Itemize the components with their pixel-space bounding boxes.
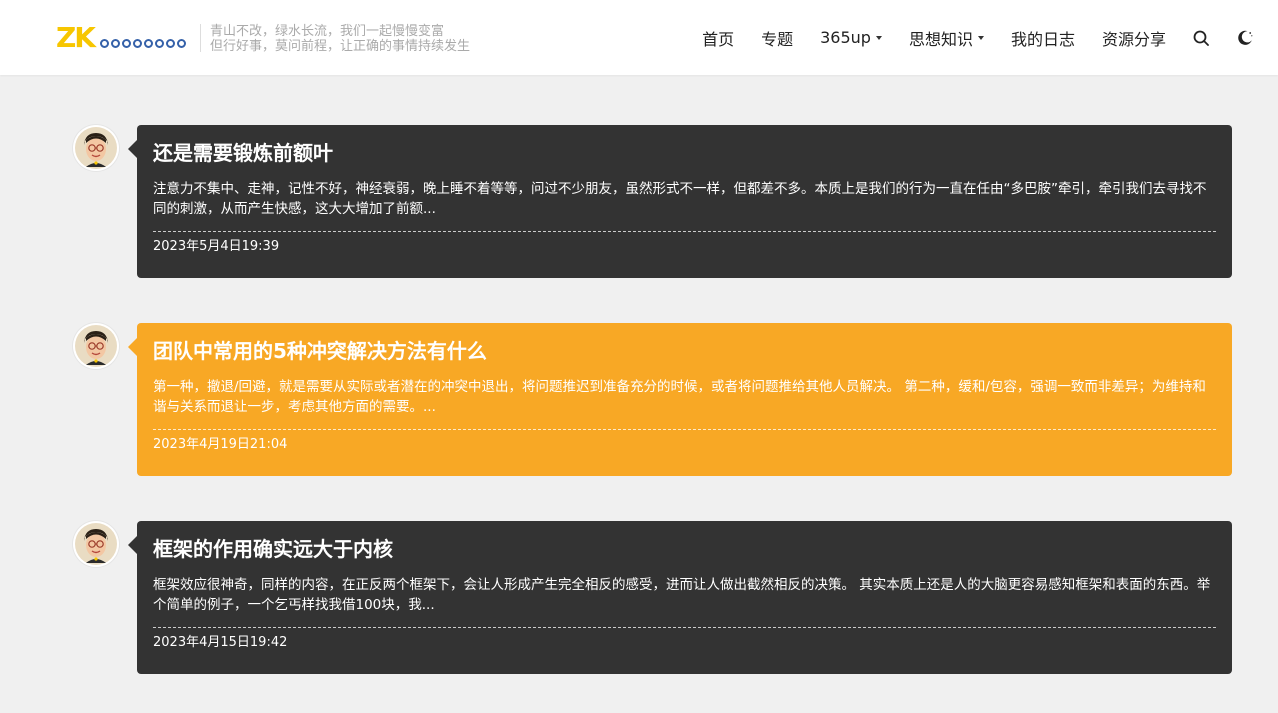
post-divider	[153, 627, 1216, 628]
nav-item-label: 思想知识	[908, 29, 973, 49]
logo-text: ZK	[56, 21, 96, 54]
post-excerpt: 注意力不集中、走神，记性不好，神经衰弱，晚上睡不着等等，问过不少朋友，虽然形式不…	[153, 181, 1207, 217]
nav-item-label: 我的日志	[1010, 29, 1075, 49]
nav-item-label: 专题	[761, 29, 794, 49]
post-title[interactable]: 还是需要锻炼前额叶	[153, 139, 1216, 167]
avatar-icon	[75, 127, 117, 169]
site-slogan: 青山不改，绿水长流，我们一起慢慢变富 但行好事，莫问前程，让正确的事情持续发生	[210, 24, 470, 54]
author-avatar[interactable]	[73, 125, 119, 171]
logo-dot	[177, 39, 186, 48]
chevron-down-icon	[875, 35, 882, 40]
slogan-divider	[200, 24, 201, 52]
post-date: 2023年5月4日19:39	[153, 239, 280, 254]
post-card[interactable]: 框架的作用确实远大于内核 框架效应很神奇，同样的内容，在正反两个框架下，会让人形…	[128, 521, 1232, 674]
post-excerpt: 框架效应很神奇，同样的内容，在正反两个框架下，会让人形成产生完全相反的感受，进而…	[153, 577, 1211, 613]
logo-dot	[166, 39, 175, 48]
logo-dot	[100, 39, 109, 48]
post-title[interactable]: 团队中常用的5种冲突解决方法有什么	[153, 337, 1216, 365]
site-logo[interactable]: ZK	[56, 24, 190, 54]
post-divider	[153, 231, 1216, 232]
nav-item-journal[interactable]: 我的日志	[1011, 26, 1075, 50]
logo-dot	[111, 39, 120, 48]
post-excerpt: 第一种，撤退/回避，就是需要从实际或者潜在的冲突中退出，将问题推迟到准备充分的时…	[153, 379, 1206, 415]
nav-item-resources[interactable]: 资源分享	[1102, 26, 1166, 50]
nav-item-home[interactable]: 首页	[702, 26, 734, 50]
post-date: 2023年4月15日19:42	[153, 635, 288, 650]
slogan-line-2: 但行好事，莫问前程，让正确的事情持续发生	[210, 39, 471, 54]
post-date: 2023年4月19日21:04	[153, 437, 288, 452]
search-icon[interactable]	[1192, 29, 1210, 47]
post-divider	[153, 429, 1216, 430]
logo-dot	[155, 39, 164, 48]
logo-dot	[144, 39, 153, 48]
chevron-down-icon	[977, 35, 984, 40]
site-header: ZK 青山不改，绿水长流，我们一起慢慢变富 但行好事，莫问前程，让正确的事情持续…	[0, 0, 1278, 75]
nav-item-topics[interactable]: 专题	[761, 26, 793, 50]
main-nav: 首页 专题 365up 思想知识 我的日志 资源分享	[702, 0, 1254, 75]
avatar-icon	[75, 325, 117, 367]
author-avatar[interactable]	[73, 323, 119, 369]
nav-item-knowledge[interactable]: 思想知识	[909, 26, 984, 50]
post-card[interactable]: 团队中常用的5种冲突解决方法有什么 第一种，撤退/回避，就是需要从实际或者潜在的…	[128, 323, 1232, 476]
nav-item-365up[interactable]: 365up	[820, 28, 882, 47]
dark-mode-icon[interactable]	[1236, 29, 1254, 47]
nav-item-label: 资源分享	[1101, 29, 1166, 49]
author-avatar[interactable]	[73, 521, 119, 567]
post-card[interactable]: 还是需要锻炼前额叶 注意力不集中、走神，记性不好，神经衰弱，晚上睡不着等等，问过…	[128, 125, 1232, 278]
slogan-line-1: 青山不改，绿水长流，我们一起慢慢变富	[210, 24, 445, 39]
logo-dot	[122, 39, 131, 48]
avatar-icon	[75, 523, 117, 565]
nav-item-label: 首页	[702, 29, 735, 49]
logo-dots	[100, 39, 186, 48]
logo-dot	[133, 39, 142, 48]
post-title[interactable]: 框架的作用确实远大于内核	[153, 535, 1216, 563]
nav-item-label: 365up	[820, 28, 871, 47]
